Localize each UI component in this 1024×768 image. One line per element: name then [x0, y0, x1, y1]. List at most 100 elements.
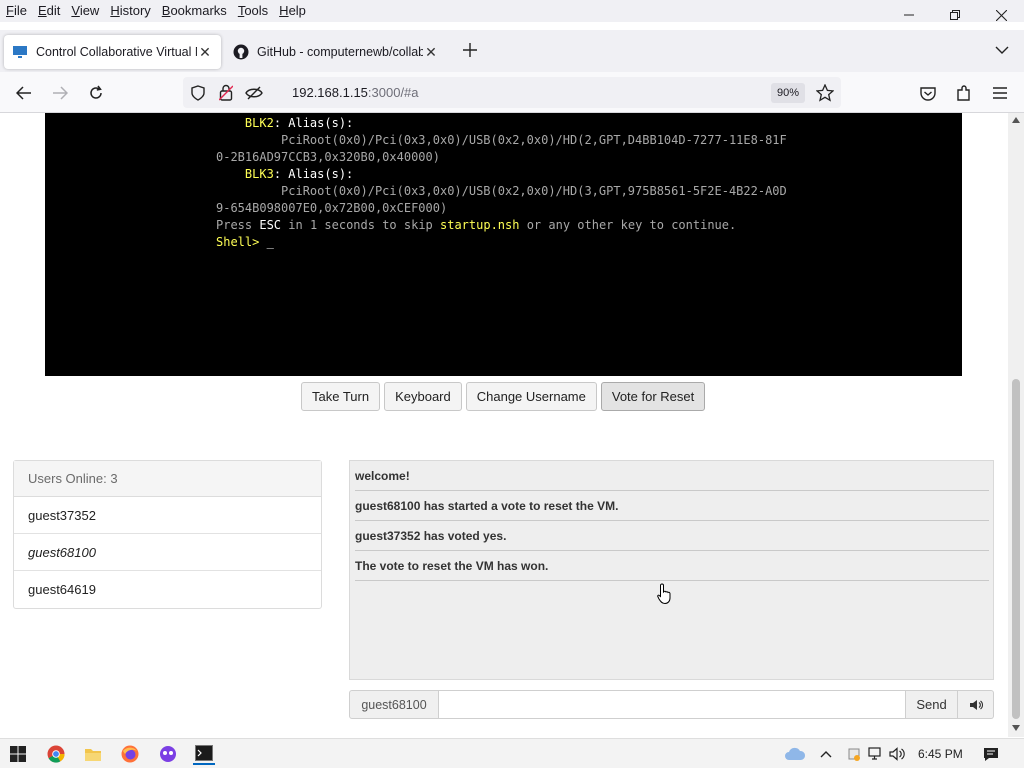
permissions-icon[interactable]	[245, 85, 263, 101]
menu-label: iew	[79, 3, 100, 18]
console-text: Shell>	[216, 235, 267, 249]
window-controls	[886, 0, 1024, 30]
tab-github[interactable]: GitHub - computernewb/collab ✕	[225, 35, 447, 69]
url-bar[interactable]: 192.168.1.15:3000/#a 90%	[183, 77, 841, 108]
menu-item-1[interactable]: Edit	[32, 0, 65, 22]
extensions-button[interactable]	[950, 80, 978, 106]
page-scrollbar[interactable]	[1008, 113, 1024, 737]
back-button[interactable]	[10, 80, 38, 106]
take-turn-button[interactable]: Take Turn	[301, 382, 381, 411]
console-text: : Alias(s):	[273, 167, 354, 181]
arrow-left-icon	[16, 86, 31, 100]
console-line: Shell> _	[216, 234, 787, 251]
keyboard-button[interactable]: Keyboard	[384, 382, 462, 411]
firefox-taskbar-button[interactable]	[119, 743, 141, 765]
change-username-button[interactable]: Change Username	[465, 382, 597, 411]
minimize-button[interactable]	[886, 0, 932, 30]
chat-message-input[interactable]	[439, 690, 906, 719]
tab-strip: Control Collaborative Virtual M ✕ GitHub…	[0, 30, 1024, 72]
pocket-button[interactable]	[914, 80, 942, 106]
menu-item-5[interactable]: Tools	[232, 0, 273, 22]
plus-icon	[463, 43, 477, 57]
console-text: _	[266, 235, 274, 249]
user-list-item[interactable]: guest37352	[14, 497, 321, 534]
console-text: PciRoot(0x0)/Pci(0x3,0x0)/USB(0x2,0x0)/H…	[216, 184, 787, 198]
chat-sound-button[interactable]	[958, 690, 994, 719]
url-host: 192.168.1.15	[292, 85, 368, 100]
menu-label: ile	[13, 3, 27, 18]
github-icon	[233, 44, 249, 60]
reload-button[interactable]	[82, 80, 110, 106]
console-line: BLK3: Alias(s):	[216, 166, 787, 183]
close-window-button[interactable]	[978, 0, 1024, 30]
uefi-shell-output: BLK2: Alias(s): PciRoot(0x0)/Pci(0x3,0x0…	[216, 115, 787, 251]
chrome-icon	[47, 745, 65, 763]
url-text[interactable]: 192.168.1.15:3000/#a	[292, 85, 419, 100]
send-button[interactable]: Send	[906, 690, 958, 719]
terminal-taskbar-button[interactable]	[193, 743, 215, 765]
menu-item-0[interactable]: File	[0, 0, 32, 22]
zoom-reset-button[interactable]: 90%	[771, 83, 805, 103]
message-icon	[984, 747, 998, 761]
users-online-panel: Users Online: 3 guest37352 guest68100 gu…	[13, 460, 322, 609]
reload-icon	[90, 85, 102, 99]
lock-warning-icon[interactable]	[219, 84, 233, 101]
close-icon	[995, 9, 1007, 21]
menu-item-6[interactable]: Help	[273, 0, 311, 22]
new-tab-button[interactable]	[458, 38, 482, 62]
url-path: :3000/#a	[367, 85, 419, 100]
menu-item-3[interactable]: History	[104, 0, 155, 22]
start-button[interactable]	[7, 743, 29, 765]
console-line: Press ESC in 1 seconds to skip startup.n…	[216, 217, 787, 234]
network-tray-icon[interactable]	[863, 743, 885, 765]
menu-accelerator: E	[37, 3, 47, 18]
menu-label: elp	[288, 3, 306, 18]
star-icon[interactable]	[816, 84, 834, 102]
restore-button[interactable]	[932, 0, 978, 30]
firefox-icon	[121, 745, 139, 763]
chrome-taskbar-button[interactable]	[45, 743, 67, 765]
scroll-down-icon[interactable]	[1012, 725, 1020, 731]
user-list-item-self[interactable]: guest68100	[14, 534, 321, 571]
tab-close-icon[interactable]: ✕	[197, 44, 213, 61]
app-menu-button[interactable]	[986, 80, 1014, 106]
tab-control-collaborative[interactable]: Control Collaborative Virtual M ✕	[4, 35, 221, 69]
console-text: or any other key to continue.	[519, 218, 737, 232]
console-text: Press	[216, 218, 260, 232]
taskbar-clock[interactable]: 6:45 PM	[918, 747, 963, 761]
user-list-item[interactable]: guest64619	[14, 571, 321, 608]
tab-close-icon[interactable]: ✕	[423, 44, 439, 61]
vote-reset-button[interactable]: Vote for Reset	[600, 382, 706, 411]
scroll-up-icon[interactable]	[1012, 117, 1020, 123]
console-text: ESC	[259, 218, 282, 232]
show-hidden-icons-button[interactable]	[815, 743, 837, 765]
shield-icon[interactable]	[191, 85, 205, 101]
scrollbar-thumb[interactable]	[1012, 379, 1020, 719]
menu-label: dit	[46, 3, 61, 18]
console-line: 9-654B098007E0,0x72B00,0xCEF000)	[216, 200, 787, 217]
menu-item-4[interactable]: Bookmarks	[156, 0, 232, 22]
console-line: PciRoot(0x0)/Pci(0x3,0x0)/USB(0x2,0x0)/H…	[216, 183, 787, 200]
menu-accelerator: F	[6, 3, 14, 18]
app-taskbar-button[interactable]	[157, 743, 179, 765]
list-all-tabs-button[interactable]	[992, 40, 1012, 60]
vm-display[interactable]: BLK2: Alias(s): PciRoot(0x0)/Pci(0x3,0x0…	[45, 113, 962, 376]
arrow-right-icon	[53, 86, 68, 100]
menu-item-2[interactable]: View	[65, 0, 104, 22]
onedrive-tray-button[interactable]	[784, 743, 806, 765]
navigation-toolbar: 192.168.1.15:3000/#a 90%	[0, 72, 1024, 113]
pocket-icon	[920, 86, 936, 101]
file-explorer-taskbar-button[interactable]	[82, 743, 104, 765]
forward-button[interactable]	[46, 80, 74, 106]
chevron-down-icon	[995, 46, 1009, 54]
menu-bar: File Edit View History Bookmarks Tools Help	[0, 0, 1024, 22]
volume-tray-icon[interactable]	[886, 743, 908, 765]
console-line: BLK2: Alias(s):	[216, 115, 787, 132]
notification-tray-icon[interactable]	[843, 743, 865, 765]
chat-log[interactable]: welcome! guest68100 has started a vote t…	[349, 460, 994, 680]
notifications-button[interactable]	[980, 743, 1002, 765]
console-line: 0-2B16AD97CCB3,0x320B0,0x40000)	[216, 149, 787, 166]
chat-message: guest37352 has voted yes.	[355, 521, 989, 551]
